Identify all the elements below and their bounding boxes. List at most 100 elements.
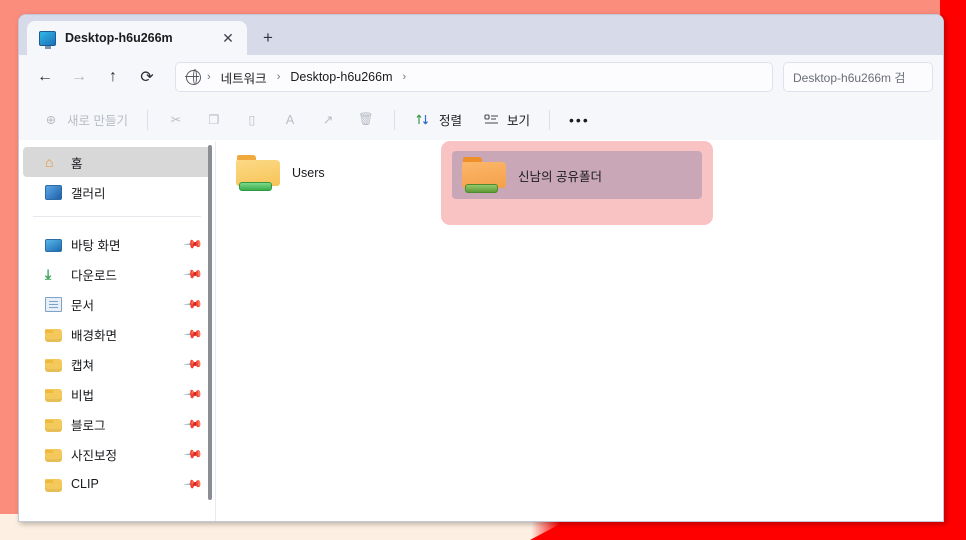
sidebar-item-label: 다운로드	[71, 268, 118, 283]
file-item-label: Users	[292, 166, 325, 180]
sidebar-divider	[33, 216, 201, 217]
tab-title: Desktop-h6u266m	[65, 31, 173, 45]
file-list-pane[interactable]: Users 신남의 공유폴더	[215, 141, 943, 521]
sidebar-item-downloads[interactable]: ⤓ 다운로드 📌	[23, 259, 211, 289]
sidebar-item-clip[interactable]: CLIP 📌	[23, 469, 211, 499]
rename-button: A	[272, 105, 308, 135]
pin-icon[interactable]: 📌	[183, 474, 203, 494]
sidebar-item-label: 홈	[71, 156, 83, 171]
file-explorer-window: Desktop-h6u266m ✕ + ← → ↑ ⟳ › 네트워크 › Des…	[18, 14, 944, 522]
navigation-sidebar: ⌂ 홈 갤러리 바탕 화면 📌 ⤓ 다운로드 📌 문서 📌 배경화면 📌 캡쳐 …	[19, 141, 215, 521]
new-tab-button[interactable]: +	[253, 23, 283, 53]
sidebar-item-blog[interactable]: 블로그 📌	[23, 409, 211, 439]
sidebar-item-documents[interactable]: 문서 📌	[23, 289, 211, 319]
sidebar-item-label: 블로그	[71, 418, 106, 433]
share-button: ↗	[310, 105, 346, 135]
plus-circle-icon: ⊕	[45, 113, 57, 127]
share-icon: ↗	[322, 113, 334, 127]
pin-icon[interactable]: 📌	[183, 444, 203, 464]
file-item-users[interactable]: Users	[226, 149, 335, 197]
shared-folder-icon	[462, 157, 506, 193]
toolbar-divider	[393, 109, 395, 130]
download-icon: ⤓	[45, 265, 52, 282]
clipboard-icon: ▯	[248, 113, 256, 127]
tab-desktop-h6u266m[interactable]: Desktop-h6u266m ✕	[27, 21, 247, 55]
sort-button[interactable]: 정렬	[405, 105, 471, 135]
document-icon	[45, 297, 62, 312]
folder-icon	[45, 329, 62, 342]
sidebar-item-label: 문서	[71, 298, 95, 313]
command-toolbar: ⊕ 새로 만들기 ✂ ❐ ▯ A ↗ 🗑 정렬 보기 •••	[19, 99, 943, 141]
up-button[interactable]: ↑	[97, 62, 129, 92]
folder-icon	[45, 449, 62, 462]
pin-icon[interactable]: 📌	[183, 264, 203, 284]
window-body: ⌂ 홈 갤러리 바탕 화면 📌 ⤓ 다운로드 📌 문서 📌 배경화면 📌 캡쳐 …	[19, 141, 943, 521]
address-bar-breadcrumb[interactable]: › 네트워크 › Desktop-h6u266m ›	[175, 62, 773, 92]
toolbar-divider	[549, 109, 551, 130]
monitor-icon	[39, 30, 56, 49]
search-input[interactable]: Desktop-h6u266m 검	[783, 62, 933, 92]
gallery-icon	[45, 185, 62, 200]
refresh-button[interactable]: ⟳	[131, 62, 163, 92]
desktop-icon	[45, 238, 62, 252]
shared-folder-icon	[236, 155, 280, 191]
pin-icon[interactable]: 📌	[183, 384, 203, 404]
folder-icon	[45, 419, 62, 432]
sidebar-item-label: 배경화면	[71, 328, 118, 343]
breadcrumb-item-desktop[interactable]: Desktop-h6u266m	[286, 68, 396, 86]
new-button[interactable]: ⊕ 새로 만들기	[33, 105, 137, 135]
paste-button: ▯	[234, 105, 270, 135]
breadcrumb-separator: ›	[276, 71, 281, 83]
new-button-label: 새로 만들기	[67, 114, 128, 128]
view-button[interactable]: 보기	[473, 105, 539, 135]
sidebar-item-label: CLIP	[71, 477, 99, 491]
rename-icon: A	[285, 112, 295, 127]
pin-icon[interactable]: 📌	[183, 294, 203, 314]
breadcrumb-separator[interactable]: ›	[401, 71, 409, 83]
folder-icon	[45, 389, 62, 402]
sidebar-item-label: 갤러리	[71, 186, 106, 201]
sidebar-item-home[interactable]: ⌂ 홈	[23, 147, 211, 177]
breadcrumb-item-network[interactable]: 네트워크	[217, 66, 271, 89]
navigation-bar: ← → ↑ ⟳ › 네트워크 › Desktop-h6u266m › Deskt…	[19, 55, 943, 99]
sidebar-item-tips[interactable]: 비법 📌	[23, 379, 211, 409]
folder-icon	[45, 479, 62, 492]
pin-icon[interactable]: 📌	[183, 234, 203, 254]
tab-strip: Desktop-h6u266m ✕ +	[19, 15, 943, 55]
sidebar-item-capture[interactable]: 캡쳐 📌	[23, 349, 211, 379]
sidebar-scrollbar[interactable]	[208, 145, 212, 517]
back-button[interactable]: ←	[29, 62, 61, 92]
file-item-shared-folder[interactable]: 신남의 공유폴더	[452, 151, 702, 199]
copy-button: ❐	[196, 105, 232, 135]
scissors-icon: ✂	[170, 113, 182, 127]
breadcrumb-separator: ›	[207, 71, 211, 83]
delete-button: 🗑	[348, 105, 384, 135]
network-globe-icon	[185, 68, 201, 85]
sidebar-scrollbar-thumb[interactable]	[208, 145, 212, 500]
pin-icon[interactable]: 📌	[183, 354, 203, 374]
sidebar-item-photo-retouch[interactable]: 사진보정 📌	[23, 439, 211, 469]
close-icon[interactable]: ✕	[217, 27, 239, 49]
pin-icon[interactable]: 📌	[183, 414, 203, 434]
forward-button: →	[71, 68, 87, 85]
pin-icon[interactable]: 📌	[183, 324, 203, 344]
trash-icon: 🗑	[358, 112, 374, 126]
sidebar-item-label: 비법	[71, 388, 95, 403]
toolbar-divider	[146, 109, 148, 130]
sidebar-item-label: 캡쳐	[71, 358, 95, 373]
copy-icon: ❐	[208, 113, 220, 127]
view-button-label: 보기	[507, 114, 531, 128]
more-options-button[interactable]: •••	[560, 105, 599, 135]
cut-button: ✂	[158, 105, 194, 135]
sidebar-item-label: 사진보정	[71, 448, 118, 463]
sidebar-item-label: 바탕 화면	[71, 238, 121, 253]
home-icon: ⌂	[45, 153, 54, 170]
file-item-label: 신남의 공유폴더	[518, 169, 602, 184]
sort-button-label: 정렬	[438, 114, 462, 128]
folder-icon	[45, 359, 62, 372]
sort-arrows-icon	[414, 111, 432, 129]
sidebar-item-desktop[interactable]: 바탕 화면 📌	[23, 229, 211, 259]
sidebar-item-gallery[interactable]: 갤러리	[23, 177, 211, 207]
sidebar-item-wallpaper[interactable]: 배경화면 📌	[23, 319, 211, 349]
view-list-icon	[482, 111, 500, 129]
